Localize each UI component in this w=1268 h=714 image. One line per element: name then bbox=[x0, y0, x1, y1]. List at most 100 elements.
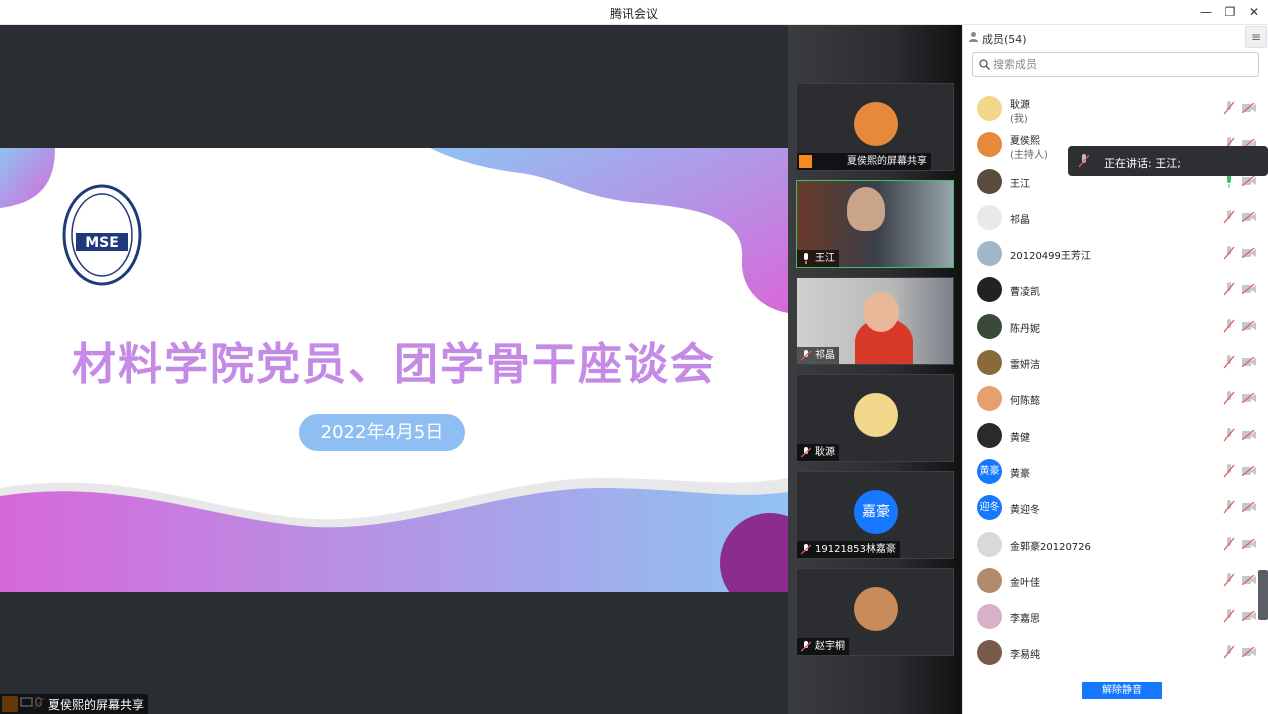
panel-menu-icon[interactable]: ≡ bbox=[1245, 26, 1267, 48]
member-name: 金郭豪20120726 bbox=[1010, 541, 1091, 553]
camera-off-icon[interactable] bbox=[1242, 211, 1256, 222]
mic-muted-icon[interactable] bbox=[1223, 246, 1235, 260]
member-panel: 成员(54) ≡ 耿源 (我) 夏侯熙 (主持人) 王江祁晶 20120499王芳江曹凌凯… bbox=[962, 25, 1268, 714]
member-name: 20120499王芳江 bbox=[1010, 251, 1091, 263]
mic-muted-icon[interactable] bbox=[1223, 609, 1235, 623]
avatar bbox=[977, 241, 1002, 267]
member-row[interactable]: 李易纯 bbox=[963, 634, 1268, 670]
camera-off-icon[interactable] bbox=[1242, 502, 1256, 513]
member-role: (我) bbox=[1010, 114, 1028, 125]
camera-off-icon[interactable] bbox=[1242, 248, 1256, 259]
member-name: 黄健 bbox=[1010, 432, 1030, 444]
members-icon bbox=[969, 32, 978, 42]
mic-muted-icon[interactable] bbox=[1223, 572, 1235, 587]
member-row[interactable]: 曹凌凯 bbox=[963, 271, 1268, 307]
member-row[interactable]: 迎冬 黄迎冬 bbox=[963, 489, 1268, 525]
avatar: 嘉豪 bbox=[854, 490, 898, 534]
camera-off-icon[interactable] bbox=[1242, 103, 1256, 113]
screen-share-label: 夏侯熙的屏幕共享 bbox=[0, 694, 149, 714]
member-row[interactable]: 李嘉思 bbox=[963, 598, 1268, 634]
camera-off-icon[interactable] bbox=[1242, 647, 1256, 658]
member-search-input[interactable] bbox=[993, 56, 1248, 73]
mic-muted-icon[interactable] bbox=[1223, 355, 1235, 369]
speaking-indicator-tooltip: 正在讲话: 王江; bbox=[1068, 146, 1268, 176]
member-name: 王江 bbox=[1010, 178, 1030, 190]
mic-muted-icon[interactable] bbox=[1223, 391, 1235, 405]
video-tile[interactable]: 嘉豪 19121853林嘉豪 bbox=[796, 471, 954, 559]
speaking-text: 正在讲话: 王江; bbox=[1104, 157, 1181, 170]
camera-off-icon[interactable] bbox=[1242, 175, 1256, 186]
member-row[interactable]: 黄豪 黄豪 bbox=[963, 453, 1268, 489]
avatar bbox=[977, 386, 1002, 412]
avatar bbox=[977, 640, 1002, 666]
speaker-face bbox=[847, 187, 885, 231]
camera-off-icon[interactable] bbox=[1242, 574, 1256, 585]
mic-muted-icon[interactable] bbox=[1223, 209, 1235, 224]
avatar bbox=[977, 567, 1002, 593]
slide-title: 材料学院党员、团学骨干座谈会 bbox=[72, 339, 716, 390]
title-bar: 腾讯会议 — ❐ ✕ bbox=[0, 0, 1268, 25]
member-row[interactable]: 金郭豪20120726 bbox=[963, 526, 1268, 562]
camera-off-icon[interactable] bbox=[1242, 284, 1256, 295]
member-name: 李易纯 bbox=[1010, 650, 1040, 662]
avatar bbox=[977, 604, 1002, 630]
mic-muted-icon bbox=[1078, 154, 1090, 168]
member-search[interactable] bbox=[972, 52, 1259, 77]
video-tile[interactable]: 夏侯熙的屏幕共享 bbox=[796, 83, 954, 171]
camera-off-icon[interactable] bbox=[1242, 357, 1256, 368]
member-row[interactable]: 20120499王芳江 bbox=[963, 235, 1268, 271]
member-row[interactable]: 祁晶 bbox=[963, 199, 1268, 235]
mic-muted-icon[interactable] bbox=[1223, 318, 1235, 333]
close-button[interactable]: ✕ bbox=[1244, 3, 1264, 21]
video-tile-label: 19121853林嘉豪 bbox=[797, 541, 900, 558]
member-row[interactable]: 雷妍洁 bbox=[963, 344, 1268, 380]
restore-button[interactable]: ❐ bbox=[1220, 3, 1240, 21]
video-tile-label: 夏侯熙的屏幕共享 bbox=[797, 153, 931, 170]
member-name: 夏侯熙 bbox=[1010, 136, 1040, 148]
mic-muted-icon[interactable] bbox=[1223, 500, 1235, 514]
member-name: 黄迎冬 bbox=[1010, 505, 1040, 517]
mic-muted-icon[interactable] bbox=[1223, 463, 1235, 478]
mic-muted-icon[interactable] bbox=[1223, 282, 1235, 296]
camera-off-icon[interactable] bbox=[1242, 320, 1256, 331]
member-row[interactable]: 何陈懿 bbox=[963, 380, 1268, 416]
avatar bbox=[854, 587, 898, 631]
panel-scroll-handle[interactable] bbox=[1258, 570, 1268, 620]
mic-muted-icon[interactable] bbox=[1223, 645, 1235, 659]
window-title: 腾讯会议 bbox=[609, 7, 658, 21]
avatar bbox=[854, 102, 898, 146]
participant-video-strip: 夏侯熙的屏幕共享 王江 祁晶 耿源 嘉豪 19121853林嘉豪 赵宇桐 bbox=[788, 25, 962, 714]
mic-muted-icon[interactable] bbox=[1223, 101, 1235, 115]
member-name: 黄豪 bbox=[1010, 468, 1030, 480]
member-row[interactable]: 陈丹妮 bbox=[963, 308, 1268, 344]
mic-muted-icon[interactable] bbox=[1223, 427, 1235, 442]
unmute-button[interactable]: 解除静音 bbox=[1082, 682, 1162, 699]
avatar bbox=[977, 277, 1002, 303]
member-row[interactable]: 黄健 bbox=[963, 417, 1268, 453]
video-tile[interactable]: 祁晶 bbox=[796, 277, 954, 365]
member-row[interactable]: 耿源 (我) bbox=[963, 90, 1268, 126]
camera-off-icon[interactable] bbox=[1242, 611, 1256, 622]
member-name: 陈丹妮 bbox=[1010, 323, 1040, 335]
member-count-title: 成员(54) bbox=[982, 33, 1027, 46]
member-list: 耿源 (我) 夏侯熙 (主持人) 王江 祁晶 20120499王芳江 曹凌凯 陈丹妮 雷妍洁 何陈懿… bbox=[963, 90, 1268, 671]
member-name: 祁晶 bbox=[1010, 214, 1030, 226]
mic-muted-icon[interactable] bbox=[1223, 536, 1235, 551]
camera-off-icon[interactable] bbox=[1242, 429, 1256, 440]
member-row[interactable]: 金叶佳 bbox=[963, 562, 1268, 598]
camera-off-icon[interactable] bbox=[1242, 465, 1256, 476]
member-panel-header: 成员(54) ≡ bbox=[963, 25, 1268, 49]
search-icon bbox=[979, 59, 990, 70]
shared-screen-stage[interactable]: MSE 材料学院党员、团学骨干座谈会 2022年4月5日 夏侯熙的屏幕共享 bbox=[0, 25, 788, 714]
member-name: 曹凌凯 bbox=[1010, 287, 1040, 299]
camera-off-icon[interactable] bbox=[1242, 393, 1256, 404]
video-tile[interactable]: 赵宇桐 bbox=[796, 568, 954, 656]
university-logo-icon: MSE bbox=[62, 184, 142, 286]
video-tile[interactable]: 耿源 bbox=[796, 374, 954, 462]
camera-off-icon[interactable] bbox=[1242, 538, 1256, 549]
minimize-button[interactable]: — bbox=[1196, 3, 1216, 21]
mic-muted-icon bbox=[801, 544, 811, 555]
logo-text: MSE bbox=[85, 235, 119, 251]
mic-muted-icon bbox=[801, 350, 811, 361]
video-tile[interactable]: 王江 bbox=[796, 180, 954, 268]
